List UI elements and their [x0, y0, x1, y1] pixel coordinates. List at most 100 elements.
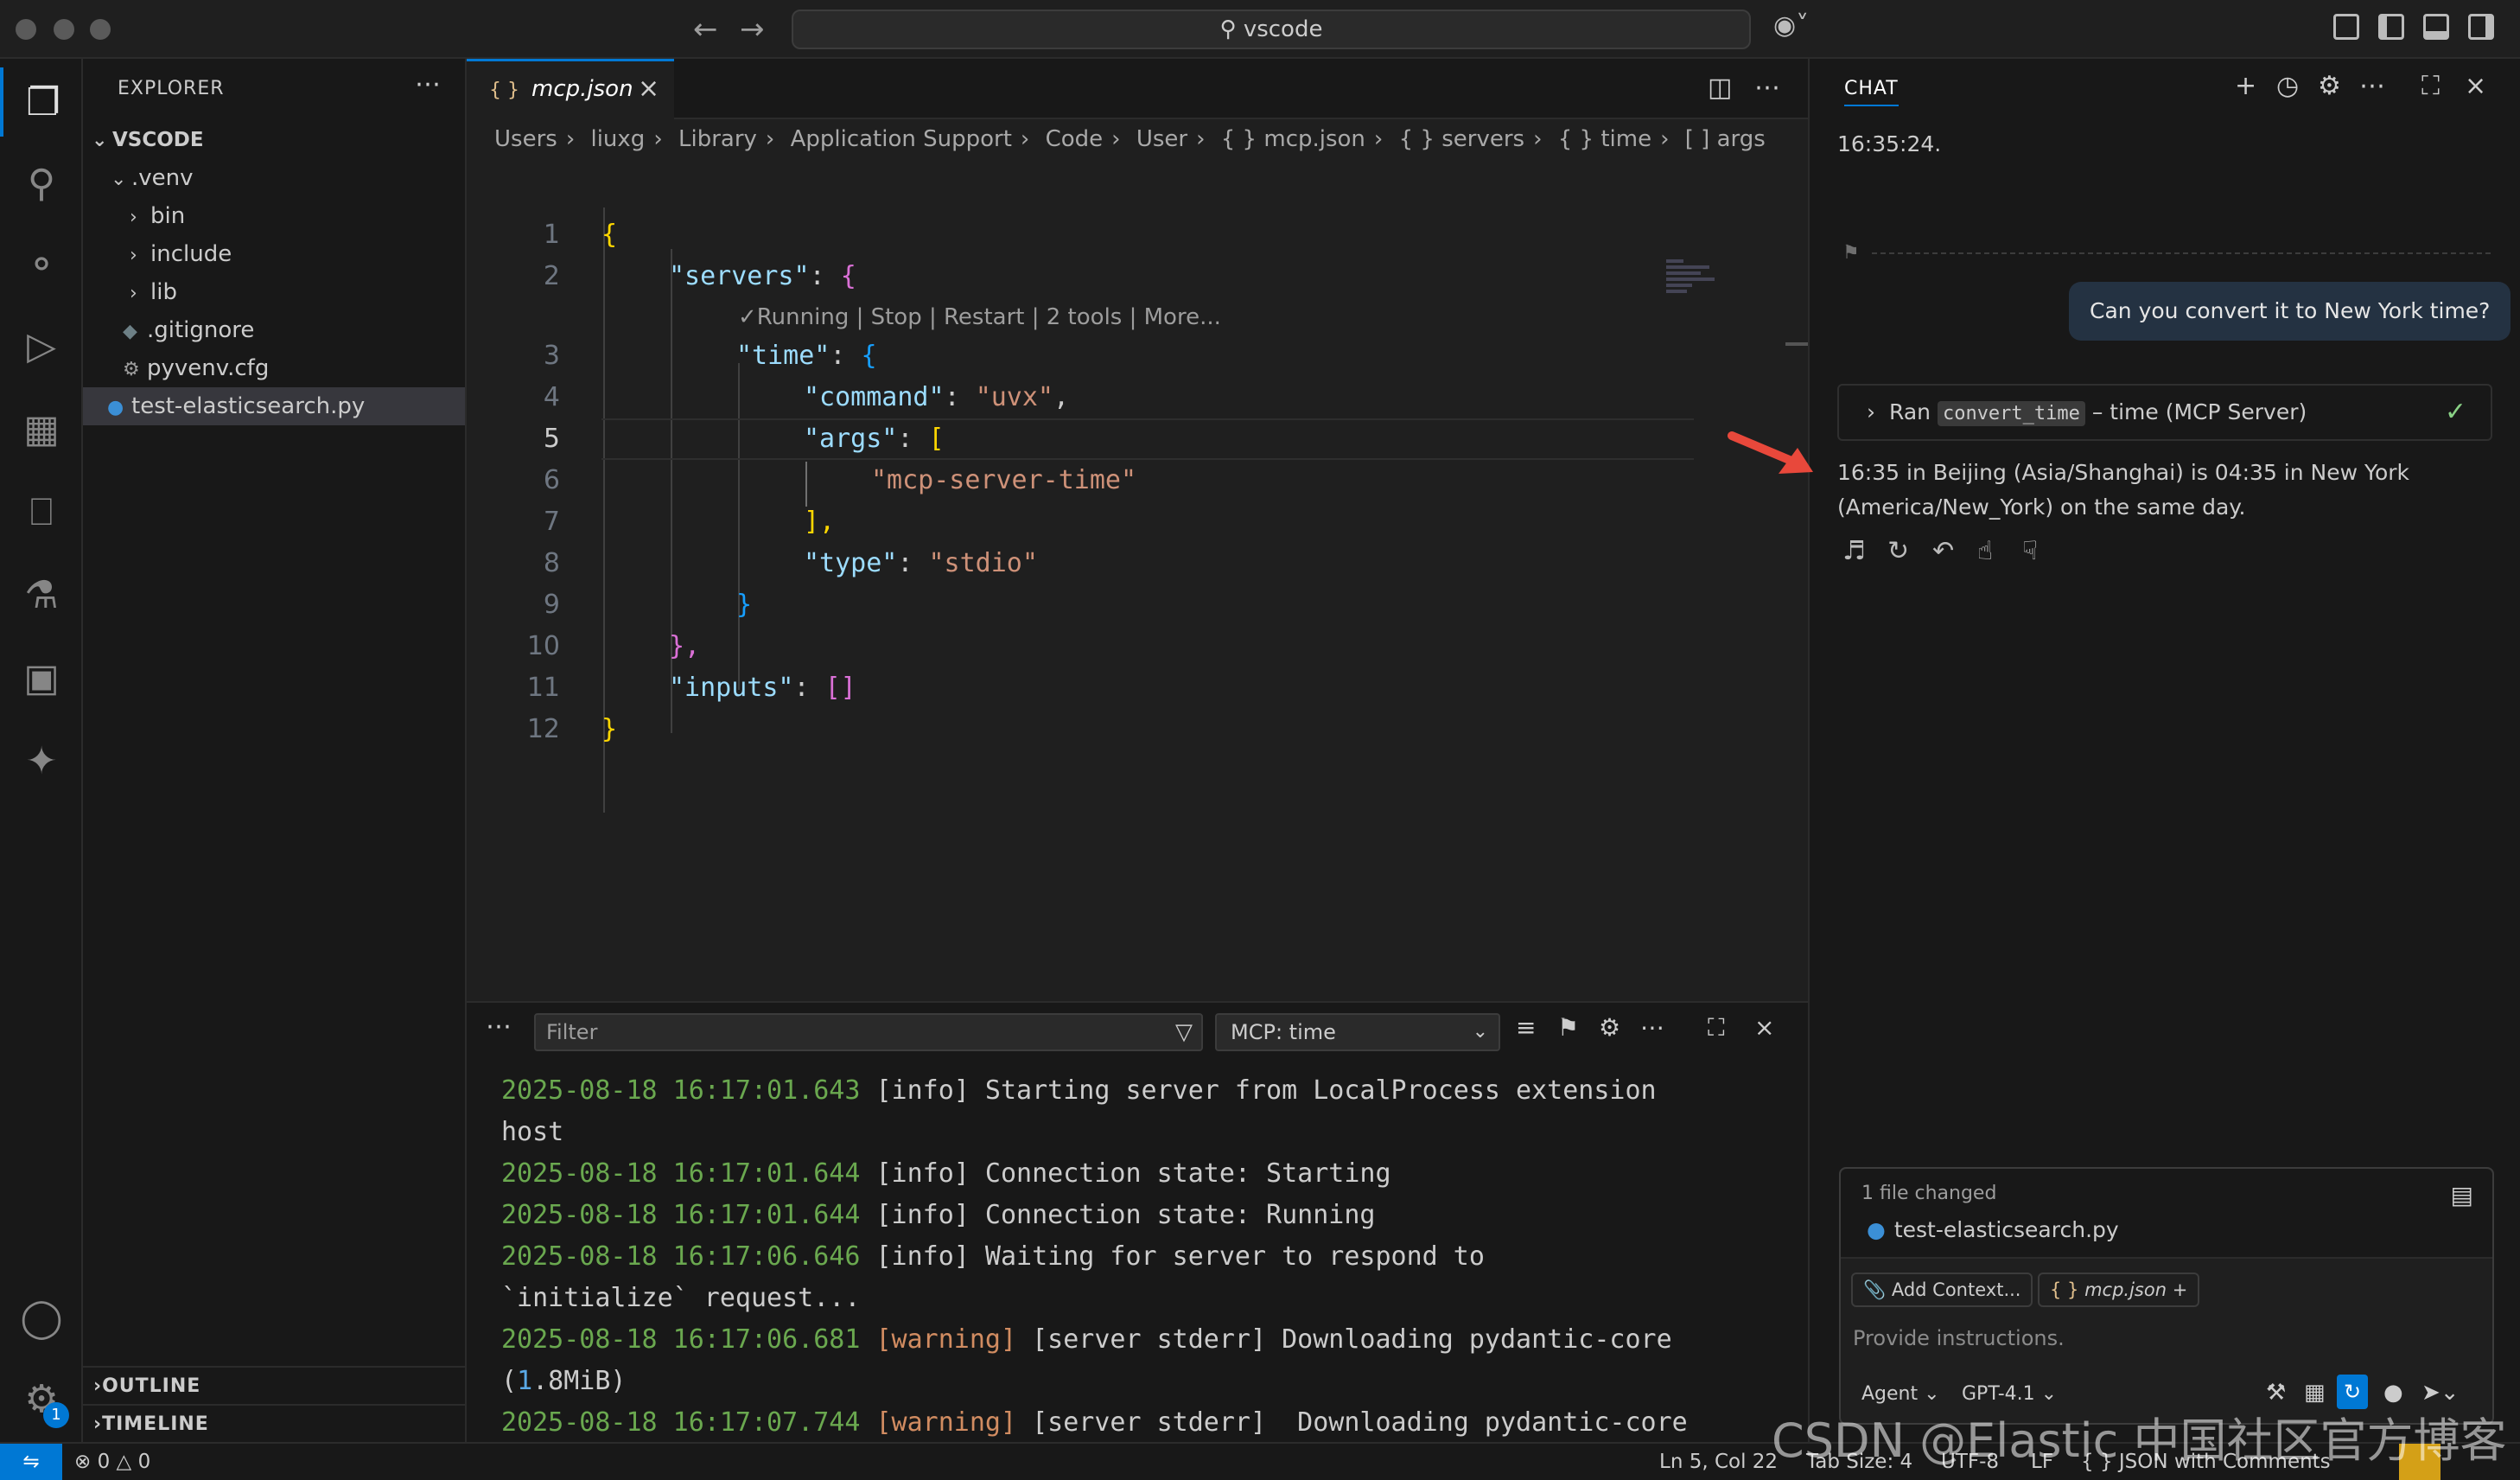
containers-icon[interactable]: ▣ — [0, 643, 83, 712]
maximize-window-button[interactable] — [90, 19, 111, 40]
tree-item-bin[interactable]: › bin — [83, 197, 465, 235]
back-arrow-icon[interactable]: ← — [693, 12, 718, 47]
filter-icon[interactable]: ▽ — [1175, 1015, 1193, 1049]
breadcrumb-item[interactable]: User — [1136, 126, 1187, 152]
remote-explorer-icon[interactable]: ⎕ — [0, 477, 83, 546]
undo-icon[interactable]: ↶ — [1932, 536, 1954, 566]
breadcrumb-item[interactable]: liuxg — [590, 126, 645, 152]
chat-settings-icon[interactable]: ⚙ — [2318, 71, 2341, 101]
user-message: Can you convert it to New York time? — [2069, 282, 2511, 341]
toggle-secondary-sidebar-icon[interactable] — [2468, 14, 2494, 40]
retry-icon[interactable]: ↻ — [1887, 536, 1909, 566]
run-debug-icon[interactable]: ▷ — [0, 311, 83, 380]
editor-more-icon[interactable]: ⋯ — [1754, 73, 1780, 103]
explorer-icon[interactable]: ❐ — [0, 67, 83, 137]
mcp-codelens[interactable]: ✓Running | Stop | Restart | 2 tools | Mo… — [738, 304, 1221, 330]
chat-more-icon[interactable]: ⋯ — [2359, 71, 2385, 101]
minimap[interactable] — [1666, 259, 1727, 311]
breadcrumb-item[interactable]: Application Support — [791, 126, 1012, 152]
clear-output-icon[interactable]: ≡ — [1516, 1013, 1536, 1042]
testing-icon[interactable]: ⚗ — [0, 560, 83, 629]
filter-input[interactable]: Filter ▽ — [534, 1013, 1203, 1051]
source-control-icon[interactable]: ⚬ — [0, 230, 83, 299]
timeline-section[interactable]: ›TIMELINE — [83, 1404, 465, 1442]
minimize-window-button[interactable] — [54, 19, 74, 40]
files-changed-label: 1 file changed — [1861, 1183, 1997, 1204]
bookmark-icon[interactable]: ⚑ — [1842, 242, 1860, 264]
thumbs-down-icon[interactable]: ☟ — [2022, 536, 2038, 566]
outline-section[interactable]: ›OUTLINE — [83, 1366, 465, 1404]
output-settings-icon[interactable]: ⚙ — [1599, 1013, 1620, 1042]
accounts-icon[interactable]: ◯ — [0, 1283, 83, 1352]
chat-panel: CHAT + ◷ ⚙ ⋯ ⛶ × 16:35:24. ⚑ Can you con… — [1808, 59, 2520, 1442]
chat-input-field[interactable]: Provide instructions. — [1853, 1326, 2065, 1350]
breadcrumb-item[interactable]: [ ] args — [1685, 126, 1766, 152]
tab-label: mcp.json — [531, 76, 633, 102]
remote-indicator-icon[interactable]: ⇋ — [0, 1444, 62, 1480]
new-chat-icon[interactable]: + — [2235, 71, 2256, 101]
tree-item-test-elasticsearch[interactable]: ● test-elasticsearch.py — [83, 387, 465, 425]
line-number: 3 — [543, 341, 560, 371]
read-aloud-icon[interactable]: ♬ — [1842, 536, 1866, 566]
more-actions-icon[interactable]: ⋯ — [415, 69, 441, 99]
previous-response-text: 16:35:24. — [1837, 131, 1942, 156]
tool-name-chip: convert_time — [1937, 401, 2085, 426]
code-line-6: "mcp-server-time" — [871, 465, 1137, 495]
tool-invocation[interactable]: › Ran convert_time – time (MCP Server) ✓ — [1837, 384, 2492, 441]
history-icon[interactable]: ◷ — [2276, 71, 2299, 101]
maximize-chat-icon[interactable]: ⛶ — [2421, 71, 2440, 101]
customize-layout-icon[interactable] — [2333, 14, 2359, 40]
split-editor-icon[interactable]: ◫ — [1708, 73, 1732, 103]
gear-file-icon: ⚙ — [123, 359, 140, 380]
code-line-9: } — [736, 590, 753, 620]
tree-item-include[interactable]: › include — [83, 235, 465, 273]
toggle-sidebar-icon[interactable] — [2378, 14, 2404, 40]
forward-arrow-icon[interactable]: → — [740, 12, 765, 47]
search-icon[interactable]: ⚲ — [0, 149, 83, 218]
breadcrumb-item[interactable]: Code — [1046, 126, 1104, 152]
tree-item-pyvenv[interactable]: ⚙ pyvenv.cfg — [83, 349, 465, 387]
close-window-button[interactable] — [16, 19, 36, 40]
changed-file-item[interactable]: ● test-elasticsearch.py — [1867, 1217, 2119, 1242]
lock-scroll-icon[interactable]: ⚑ — [1557, 1013, 1579, 1042]
log-line: 2025-08-18 16:17:07.744 [warning] [serve… — [501, 1407, 1688, 1438]
keep-changes-icon[interactable]: ▤ — [2451, 1181, 2473, 1209]
code-editor[interactable]: 1 2 3 4 5 6 7 8 9 10 11 12 { "servers": … — [467, 156, 1808, 994]
output-panel: ⋯ Filter ▽ MCP: time ⌄ ≡ ⚑ ⚙ ⋯ ⛶ × 2025-08… — [467, 1001, 1808, 1442]
close-panel-icon[interactable]: × — [1754, 1013, 1774, 1042]
copilot-sparkle-icon[interactable]: ✦ — [0, 726, 83, 795]
log-line: 2025-08-18 16:17:01.644 [info] Connectio… — [501, 1158, 1391, 1189]
panel-more-icon[interactable]: ⋯ — [486, 1011, 512, 1042]
close-tab-icon[interactable]: × — [638, 61, 659, 117]
thumbs-up-icon[interactable]: ☝ — [1977, 536, 1993, 566]
scrollbar-marker — [1785, 342, 1808, 346]
cursor-position[interactable]: Ln 5, Col 22 — [1659, 1444, 1778, 1480]
breadcrumb-item[interactable]: { } servers — [1399, 126, 1524, 152]
code-line-1: { — [601, 220, 618, 250]
maximize-panel-icon[interactable]: ⛶ — [1708, 1013, 1725, 1043]
extensions-icon[interactable]: ▦ — [0, 394, 83, 463]
tab-mcp-json[interactable]: { } mcp.json × — [467, 59, 674, 119]
tree-root[interactable]: ⌄ VSCODE — [83, 121, 465, 159]
close-chat-icon[interactable]: × — [2465, 71, 2486, 101]
add-icon[interactable]: + — [2173, 1279, 2188, 1300]
code-line-11: "inputs": [] — [669, 673, 856, 703]
breadcrumb-item[interactable]: Users — [494, 126, 557, 152]
tree-item-lib[interactable]: › lib — [83, 273, 465, 311]
manage-gear-icon[interactable]: ⚙ 1 — [0, 1364, 83, 1433]
breadcrumb-item[interactable]: { } mcp.json — [1221, 126, 1365, 152]
breadcrumb-item[interactable]: Library — [678, 126, 757, 152]
output-channel-select[interactable]: MCP: time ⌄ — [1215, 1013, 1500, 1051]
output-more-icon[interactable]: ⋯ — [1640, 1013, 1664, 1042]
context-file-chip[interactable]: { } mcp.json + — [2038, 1273, 2200, 1307]
tree-item-venv[interactable]: ⌄ .venv — [83, 159, 465, 197]
python-file-icon: ● — [107, 397, 124, 418]
tree-item-gitignore[interactable]: ◆ .gitignore — [83, 311, 465, 349]
copilot-icon[interactable]: ◉˅ — [1773, 10, 1809, 41]
problems-status[interactable]: ⊗ 0 △ 0 — [74, 1444, 150, 1480]
add-context-button[interactable]: 📎 Add Context... — [1851, 1273, 2033, 1307]
command-center-search[interactable]: ⚲ vscode — [792, 10, 1751, 49]
breadcrumb-item[interactable]: { } time — [1558, 126, 1651, 152]
title-bar: ← → ⚲ vscode ◉˅ — [0, 0, 2520, 59]
toggle-panel-icon[interactable] — [2423, 14, 2449, 40]
